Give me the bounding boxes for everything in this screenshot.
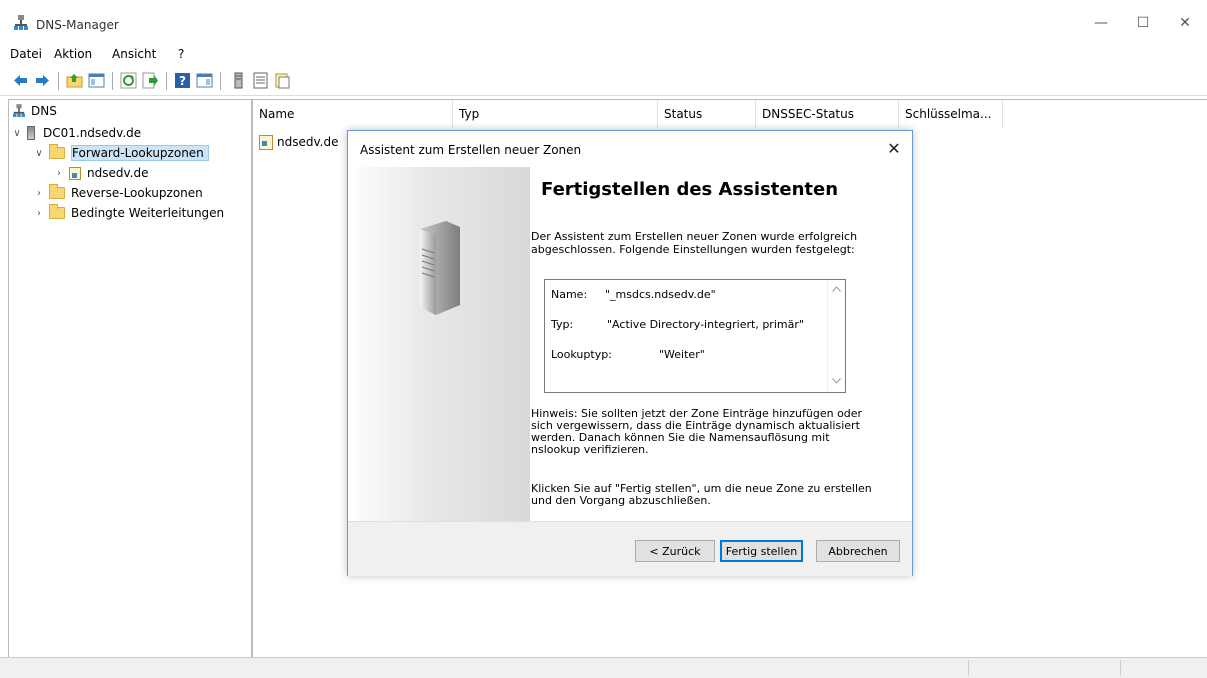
up-folder-icon[interactable] [66,72,83,89]
maximize-button[interactable]: ☐ [1120,8,1166,38]
tree-node-forward-lookup-zones[interactable]: ∨ Forward-Lookupzonen [33,144,209,162]
menu-aktion[interactable]: Aktion [54,47,92,61]
tree-label: DC01.ndsedv.de [43,126,142,140]
toolbar-separator [166,72,167,90]
toolbar-separator [112,72,113,90]
dns-app-icon [14,15,28,30]
table-row[interactable]: ndsedv.de [259,133,338,151]
forward-arrow-icon[interactable] [34,72,51,89]
new-zone-wizard-dialog: Assistent zum Erstellen neuer Zonen ✕ Fe… [347,130,913,576]
summary-scrollbar[interactable] [827,280,845,392]
column-header-type[interactable]: Typ [453,100,658,128]
status-divider [968,660,969,676]
server-tower-icon [420,221,460,315]
menu-ansicht[interactable]: Ansicht [112,47,156,61]
toolbar-separator [58,72,59,90]
server-icon[interactable] [230,72,247,89]
help-icon[interactable]: ? [174,72,191,89]
summary-type-value: "Active Directory-integriert, primär" [607,318,804,331]
chevron-down-icon[interactable]: ∨ [11,128,23,139]
chevron-down-icon[interactable] [832,378,841,384]
menu-bar: Datei Aktion Ansicht ? [0,44,1207,64]
chevron-right-icon[interactable]: › [33,188,45,199]
tree-node-conditional-forwarders[interactable]: › Bedingte Weiterleitungen [33,204,224,222]
tree-label: Bedingte Weiterleitungen [71,206,225,220]
chevron-right-icon[interactable]: › [33,208,45,219]
window-title: DNS-Manager [36,18,119,32]
row-name: ndsedv.de [277,135,339,149]
wizard-hint-text: Hinweis: Sie sollten jetzt der Zone Eint… [531,407,863,456]
title-bar [0,0,1207,42]
tree-label: DNS [31,104,57,118]
cancel-button[interactable]: Abbrechen [816,540,900,562]
server-icon [27,126,35,140]
wizard-heading: Fertigstellen des Assistenten [541,179,839,200]
summary-lookup-label: Lookuptyp: [551,348,612,361]
wizard-finish-text: Klicken Sie auf "Fertig stellen", um die… [531,482,872,507]
chevron-right-icon[interactable]: › [53,168,65,179]
chevron-down-icon[interactable]: ∨ [33,148,45,159]
back-button[interactable]: < Zurück [635,540,715,562]
tree-node-zone-ndsedv[interactable]: › ndsedv.de [53,164,148,182]
status-bar [0,657,1207,678]
export-list-icon[interactable] [142,72,159,89]
list-icon[interactable] [252,72,269,89]
refresh-icon[interactable] [120,72,137,89]
minimize-button[interactable]: — [1078,8,1124,38]
column-header-dnssec-status[interactable]: DNSSEC-Status [756,100,899,128]
action-pane-icon[interactable] [196,72,213,89]
summary-lookup-value: "Weiter" [659,348,705,361]
finish-button[interactable]: Fertig stellen [720,540,803,562]
summary-name-label: Name: [551,288,588,301]
tree-node-dns[interactable]: DNS [13,102,57,120]
tree-node-server[interactable]: ∨ DC01.ndsedv.de [11,124,141,142]
show-hide-tree-icon[interactable] [88,72,105,89]
zone-icon [259,134,273,150]
svg-text:?: ? [179,74,186,88]
tree-label: Forward-Lookupzonen [71,145,209,161]
properties-icon[interactable] [274,72,291,89]
folder-icon [49,144,65,159]
toolbar: ? [0,65,1207,96]
dialog-title: Assistent zum Erstellen neuer Zonen [360,143,582,157]
folder-icon [49,184,65,199]
toolbar-separator [220,72,221,90]
menu-help[interactable]: ? [178,47,184,61]
column-header-key-master[interactable]: Schlüsselma... [899,100,1003,128]
zone-icon [69,166,81,180]
wizard-button-bar: < Zurück Fertig stellen Abbrechen [348,521,912,576]
column-header-name[interactable]: Name [253,100,453,128]
folder-icon [49,204,65,219]
settings-summary-box[interactable]: Name: "_msdcs.ndsedv.de" Typ: "Active Di… [544,279,846,393]
menu-datei[interactable]: Datei [10,47,42,61]
tree-label: ndsedv.de [87,166,149,180]
column-header-status[interactable]: Status [658,100,756,128]
close-window-button[interactable]: ✕ [1162,8,1207,38]
dialog-close-button[interactable]: ✕ [883,137,905,159]
summary-type-label: Typ: [551,318,574,331]
tree-label: Reverse-Lookupzonen [71,186,203,200]
tree-node-reverse-lookup-zones[interactable]: › Reverse-Lookupzonen [33,184,203,202]
back-arrow-icon[interactable] [12,72,29,89]
chevron-up-icon[interactable] [832,286,841,292]
wizard-intro-text: Der Assistent zum Erstellen neuer Zonen … [531,230,858,256]
status-divider [1120,660,1121,676]
dns-icon [13,104,25,117]
summary-name-value: "_msdcs.ndsedv.de" [605,288,716,301]
console-tree: DNS ∨ DC01.ndsedv.de ∨ Forward-Lookupzon… [8,99,252,658]
